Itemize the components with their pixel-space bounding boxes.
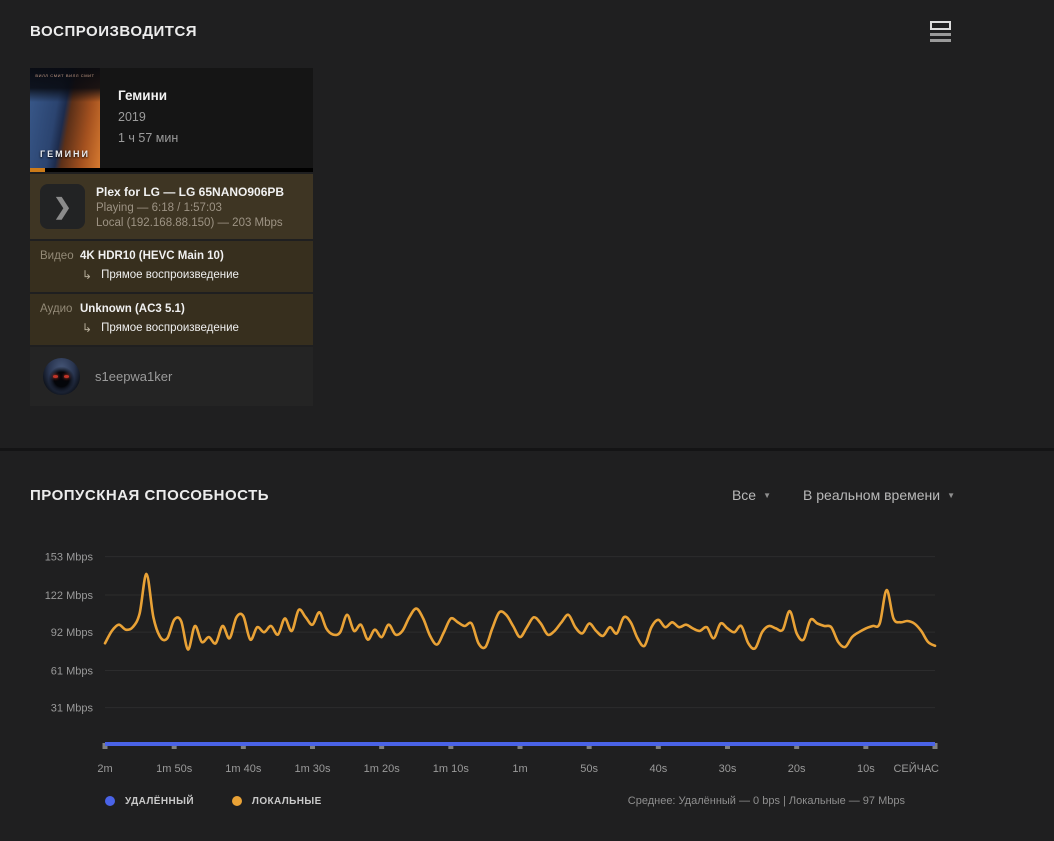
player-app-icon: ❯ <box>40 184 85 229</box>
svg-text:СЕЙЧАС: СЕЙЧАС <box>893 762 939 775</box>
media-row: ВИЛЛ СМИТ ВИЛЛ СМИТ ГЕМИНИ Гемини 2019 1… <box>30 68 313 168</box>
video-stream-row: Видео 4K HDR10 (HEVC Main 10) ↳ Прямое в… <box>30 241 313 292</box>
direct-play-arrow-icon: ↳ <box>82 268 92 282</box>
svg-text:31 Mbps: 31 Mbps <box>51 703 94 715</box>
audio-value: Unknown (AC3 5.1) <box>80 303 185 315</box>
video-value: 4K HDR10 (HEVC Main 10) <box>80 250 224 262</box>
progress-fill <box>30 168 45 172</box>
bandwidth-chart: 31 Mbps 61 Mbps 92 Mbps 122 Mbps 153 Mbps 2m 1… <box>30 536 955 784</box>
bandwidth-title: ПРОПУСКНАЯ СПОСОБНОСТЬ <box>30 487 269 504</box>
svg-text:1m 40s: 1m 40s <box>225 763 262 775</box>
svg-text:2m: 2m <box>97 763 112 775</box>
list-view-bar <box>930 39 951 42</box>
user-avatar <box>43 358 80 395</box>
timeframe-filter-value: В реальном времени <box>803 487 940 503</box>
chart-legend-row: УДАЛЁННЫЙ ЛОКАЛЬНЫЕ Среднее: Удалённый —… <box>30 789 955 807</box>
svg-text:40s: 40s <box>649 763 667 775</box>
playback-progress-bar <box>30 168 313 172</box>
chevron-down-icon: ▼ <box>763 491 771 500</box>
source-filter-dropdown[interactable]: Все ▼ <box>732 487 771 503</box>
direct-play-arrow-icon: ↳ <box>82 321 92 335</box>
video-label: Видео <box>40 250 80 262</box>
poster-title: ГЕМИНИ <box>30 149 100 159</box>
svg-text:1m 30s: 1m 30s <box>294 763 331 775</box>
avatar-eye <box>53 375 58 378</box>
avatar-eye <box>64 375 69 378</box>
media-duration: 1 ч 57 мин <box>118 131 178 145</box>
remote-legend-dot-icon <box>105 796 115 806</box>
svg-text:10s: 10s <box>857 763 875 775</box>
player-status: Playing — 6:18 / 1:57:03 <box>96 202 284 214</box>
chevron-down-icon: ▼ <box>947 491 955 500</box>
player-row: ❯ Plex for LG — LG 65NANO906PB Playing —… <box>30 174 313 239</box>
local-legend-dot-icon <box>232 796 242 806</box>
player-info: Plex for LG — LG 65NANO906PB Playing — 6… <box>96 185 284 229</box>
session-card: ВИЛЛ СМИТ ВИЛЛ СМИТ ГЕМИНИ Гемини 2019 1… <box>30 68 313 406</box>
list-view-toggle-icon[interactable] <box>926 17 955 46</box>
video-decision: Прямое воспроизведение <box>101 269 239 281</box>
svg-text:122 Mbps: 122 Mbps <box>45 590 94 602</box>
audio-decision: Прямое воспроизведение <box>101 322 239 334</box>
local-legend-label: ЛОКАЛЬНЫЕ <box>252 796 322 807</box>
poster-thumbnail[interactable]: ВИЛЛ СМИТ ВИЛЛ СМИТ ГЕМИНИ <box>30 68 100 168</box>
svg-text:153 Mbps: 153 Mbps <box>45 552 94 564</box>
svg-text:92 Mbps: 92 Mbps <box>51 627 94 639</box>
audio-label: Аудио <box>40 303 80 315</box>
media-title[interactable]: Гемини <box>118 88 178 103</box>
svg-text:50s: 50s <box>580 763 598 775</box>
now-playing-section: ВОСПРОИЗВОДИТСЯ ВИЛЛ СМИТ ВИЛЛ СМИТ ГЕМИ… <box>0 0 1054 406</box>
now-playing-title: ВОСПРОИЗВОДИТСЯ <box>30 23 197 40</box>
player-connection: Local (192.168.88.150) — 203 Mbps <box>96 217 284 229</box>
user-row[interactable]: s1eepwa1ker <box>30 347 313 406</box>
timeframe-filter-dropdown[interactable]: В реальном времени ▼ <box>803 487 955 503</box>
legend-item-remote[interactable]: УДАЛЁННЫЙ <box>105 796 194 807</box>
source-filter-value: Все <box>732 487 756 503</box>
svg-text:1m 50s: 1m 50s <box>156 763 193 775</box>
user-name: s1eepwa1ker <box>95 369 172 384</box>
average-summary: Среднее: Удалённый — 0 bps | Локальные —… <box>628 795 905 807</box>
media-year: 2019 <box>118 110 178 124</box>
svg-text:30s: 30s <box>719 763 737 775</box>
audio-stream-row: Аудио Unknown (AC3 5.1) ↳ Прямое воспрои… <box>30 294 313 345</box>
remote-legend-label: УДАЛЁННЫЙ <box>125 796 194 807</box>
legend-item-local[interactable]: ЛОКАЛЬНЫЕ <box>232 796 322 807</box>
svg-text:61 Mbps: 61 Mbps <box>51 666 94 678</box>
list-view-rect <box>930 21 951 30</box>
bandwidth-section: ПРОПУСКНАЯ СПОСОБНОСТЬ Все ▼ В реальном … <box>0 451 1054 807</box>
svg-text:1m 20s: 1m 20s <box>364 763 401 775</box>
svg-text:1m: 1m <box>512 763 527 775</box>
svg-text:1m 10s: 1m 10s <box>433 763 470 775</box>
list-view-bar <box>930 33 951 36</box>
poster-top-text: ВИЛЛ СМИТ ВИЛЛ СМИТ <box>30 73 100 78</box>
player-title: Plex for LG — LG 65NANO906PB <box>96 185 284 199</box>
bandwidth-chart-wrap: 31 Mbps 61 Mbps 92 Mbps 122 Mbps 153 Mbps 2m 1… <box>30 536 955 807</box>
svg-text:20s: 20s <box>788 763 806 775</box>
media-info: Гемини 2019 1 ч 57 мин <box>100 68 196 168</box>
